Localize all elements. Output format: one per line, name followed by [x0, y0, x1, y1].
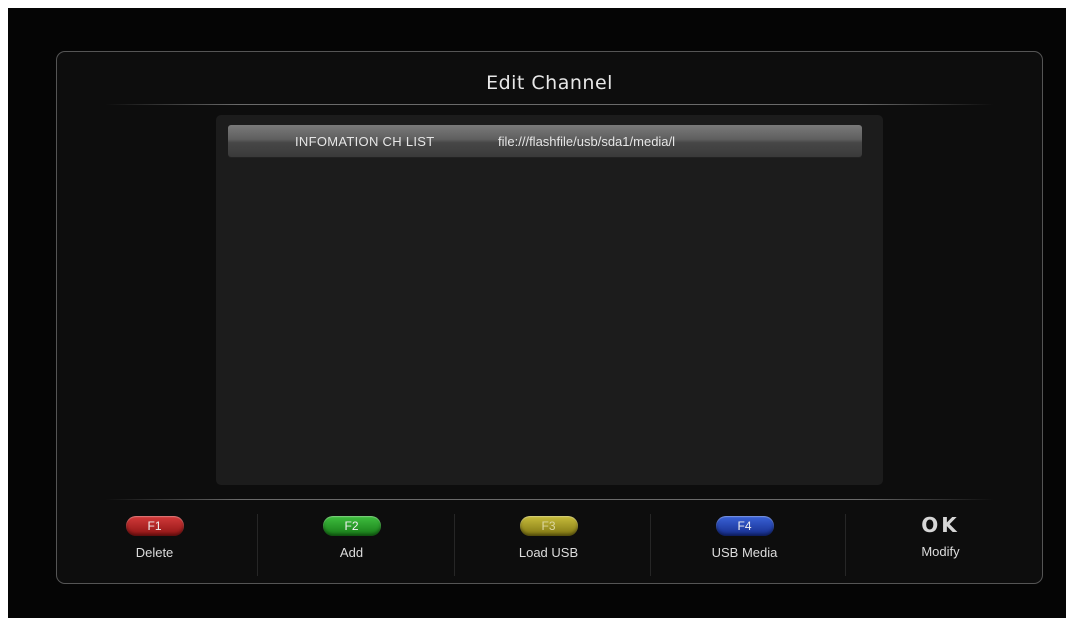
f1-red-icon: F1	[125, 516, 184, 536]
dialog-title: Edit Channel	[486, 72, 613, 94]
ok-label: Modify	[921, 544, 960, 559]
f1-delete-button[interactable]: F1 Delete	[57, 511, 252, 575]
ok-modify-button[interactable]: OK Modify	[843, 511, 1038, 575]
tv-screen: Edit Channel INFOMATION CH LIST file:///…	[8, 8, 1066, 618]
f2-green-icon: F2	[322, 516, 381, 536]
f4-label: USB Media	[711, 545, 778, 560]
f1-label: Delete	[135, 545, 174, 560]
f3-yellow-icon: F3	[519, 516, 578, 536]
f2-add-button[interactable]: F2 Add	[254, 511, 449, 575]
channel-list-panel: INFOMATION CH LIST file:///flashfile/usb…	[216, 115, 883, 485]
edit-channel-dialog: Edit Channel INFOMATION CH LIST file:///…	[56, 51, 1043, 584]
list-item-path: file:///flashfile/usb/sda1/media/l	[498, 134, 676, 149]
ok-key-icon: OK	[921, 513, 960, 537]
list-item-selected[interactable]: INFOMATION CH LIST file:///flashfile/usb…	[228, 125, 862, 157]
f2-label: Add	[339, 545, 364, 560]
f3-load-usb-button[interactable]: F3 Load USB	[451, 511, 646, 575]
footer-divider	[105, 499, 994, 500]
f4-blue-icon: F4	[715, 516, 774, 536]
f3-label: Load USB	[518, 545, 579, 560]
f4-usb-media-button[interactable]: F4 USB Media	[647, 511, 842, 575]
title-divider	[105, 104, 994, 105]
list-item-name: INFOMATION CH LIST	[295, 134, 435, 149]
